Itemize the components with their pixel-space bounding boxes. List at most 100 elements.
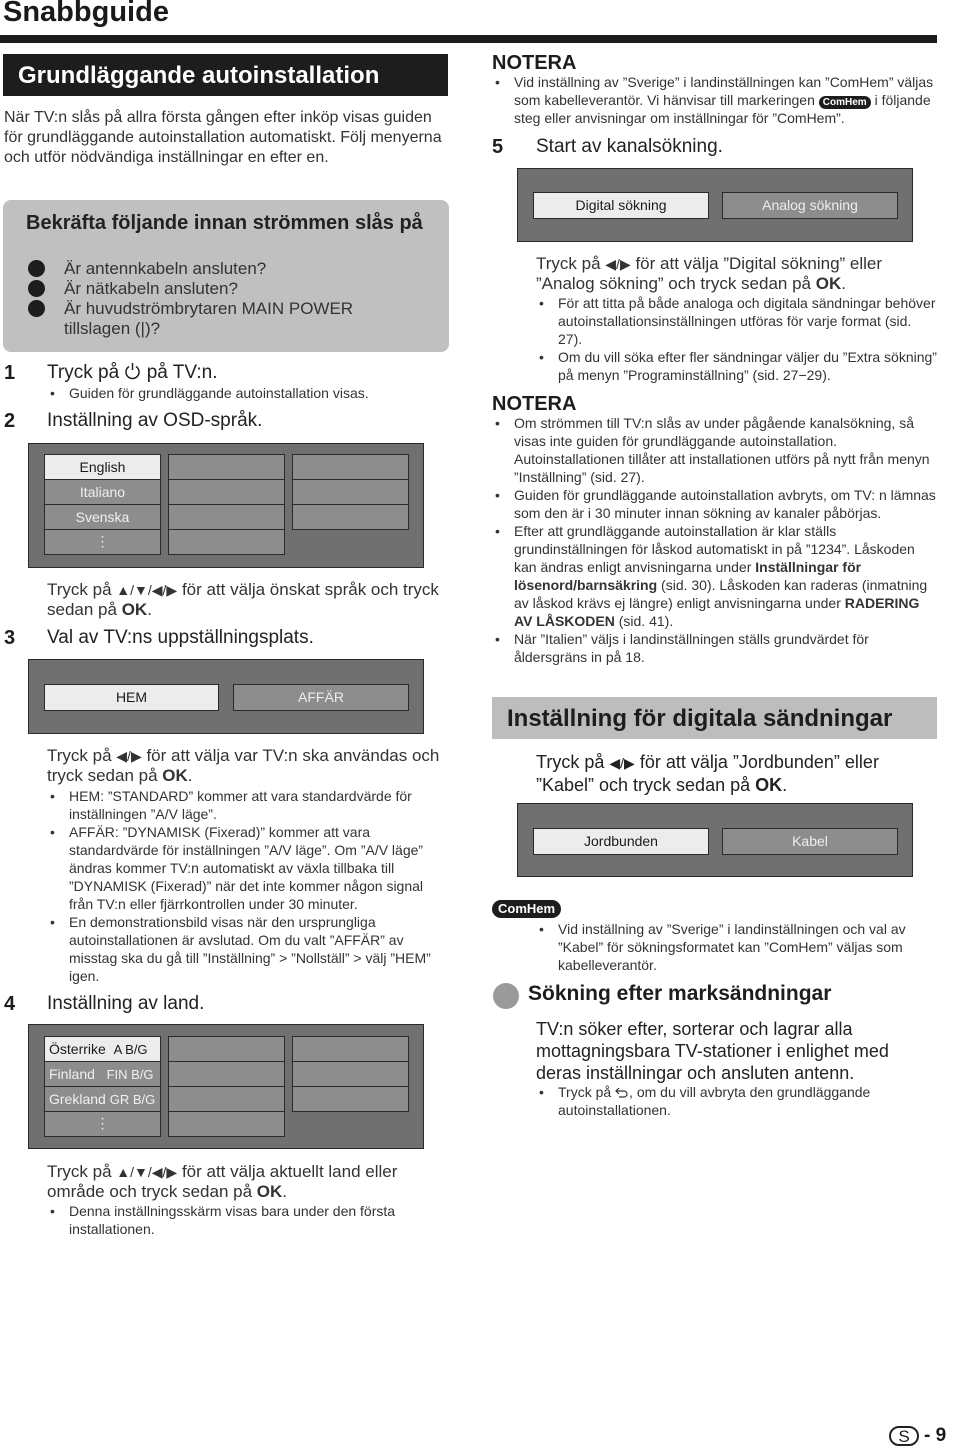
search-type-panel: Digital sökning Analog sökning bbox=[517, 168, 913, 242]
checklist-item: Är huvudströmbrytaren MAIN POWER tillsla… bbox=[28, 299, 404, 339]
country-empty-cell bbox=[168, 1086, 285, 1112]
step-3-instruction: Tryck på ◀/▶ för att välja var TV:n ska … bbox=[47, 746, 440, 785]
note-bullet: När ”Italien” väljs i landinställningen … bbox=[493, 630, 938, 666]
step-5-instruction: Tryck på ◀/▶ för att välja ”Digital sökn… bbox=[536, 254, 883, 293]
step-4-number: 4 bbox=[4, 993, 16, 1015]
section-circle-icon bbox=[493, 983, 519, 1009]
country-empty-cell bbox=[292, 1036, 409, 1062]
step-4-text: Inställning av land. bbox=[47, 993, 205, 1014]
terrestrial-text: TV:n söker efter, sorterar och lagrar al… bbox=[536, 1019, 889, 1083]
language-more-indicator: ⋮ bbox=[44, 529, 161, 555]
signal-option-kabel[interactable]: Kabel bbox=[722, 828, 898, 855]
step-3-number: 3 bbox=[4, 627, 16, 649]
note-2: Om strömmen till TV:n slås av under pågå… bbox=[493, 414, 938, 666]
language-empty-cell bbox=[292, 504, 409, 530]
section-letter-icon: S bbox=[889, 1426, 919, 1446]
step-5-text: Start av kanalsökning. bbox=[536, 136, 723, 157]
country-option-finland[interactable]: Finland FIN B/G bbox=[44, 1061, 161, 1087]
note-bullet: Om strömmen till TV:n slås av under pågå… bbox=[493, 414, 938, 486]
checklist-item: Är nätkabeln ansluten? bbox=[28, 279, 404, 299]
step-1: 1 bbox=[4, 362, 15, 385]
section-title-digital: Inställning för digitala sändningar bbox=[492, 697, 937, 739]
section-title-autoinstall: Grundläggande autoinstallation bbox=[3, 54, 448, 96]
note-bullet: För att titta på både analoga och digita… bbox=[537, 294, 937, 348]
page-number: - 9 bbox=[924, 1425, 947, 1446]
language-empty-cell bbox=[168, 529, 285, 555]
language-empty-cell bbox=[168, 479, 285, 505]
checklist-box: Bekräfta följande innan strömmen slås på… bbox=[3, 200, 449, 352]
note-bullet: AFFÄR: ”DYNAMISK (Fixerad)” kommer att v… bbox=[48, 823, 448, 913]
checklist: Är antennkabeln ansluten? Är nätkabeln a… bbox=[28, 259, 404, 339]
language-empty-cell bbox=[168, 504, 285, 530]
ok-key-label: OK bbox=[162, 766, 188, 785]
country-option-grekland[interactable]: Grekland GR B/G bbox=[44, 1086, 161, 1112]
bullet-dot-icon bbox=[28, 300, 45, 317]
step-4-notes: Denna inställningsskärm visas bara under… bbox=[48, 1202, 448, 1238]
step-1-notes: Guiden för grundläggande autoinstallatio… bbox=[48, 384, 448, 402]
step-3-notes: HEM: ”STANDARD” kommer att vara standard… bbox=[48, 787, 448, 985]
language-option-svenska[interactable]: Svenska bbox=[44, 504, 161, 530]
arrow-keys-icon: ◀/▶ bbox=[609, 755, 635, 771]
note-bullet: Vid inställning av ”Sverige” i landinstä… bbox=[537, 920, 937, 974]
step-2-instruction: Tryck på ▲/▼/◀/▶ för att välja önskat sp… bbox=[47, 580, 439, 619]
country-more-indicator: ⋮ bbox=[44, 1111, 161, 1137]
step-5-number: 5 bbox=[492, 136, 504, 158]
note-bullet: Tryck på , om du vill avbryta den grundl… bbox=[537, 1083, 937, 1119]
language-option-italiano[interactable]: Italiano bbox=[44, 479, 161, 505]
location-option-affar[interactable]: AFFÄR bbox=[233, 684, 409, 711]
search-option-analog[interactable]: Analog sökning bbox=[722, 192, 898, 219]
terrestrial-heading: Sökning efter marksändningar bbox=[528, 982, 832, 1005]
step-3-text: Val av TV:ns uppställningsplats. bbox=[47, 627, 314, 648]
country-option-osterrike[interactable]: Österrike A B/G bbox=[44, 1036, 161, 1062]
comhem-notes: Vid inställning av ”Sverige” i landinstä… bbox=[537, 920, 937, 974]
step-4-instruction: Tryck på ▲/▼/◀/▶ för att välja aktuellt … bbox=[47, 1162, 398, 1201]
note-bullet: Om du vill söka efter fler sändningar vä… bbox=[537, 348, 937, 384]
location-menu-panel: HEM AFFÄR bbox=[28, 659, 424, 734]
bullet-dot-icon bbox=[28, 260, 45, 277]
search-option-digital[interactable]: Digital sökning bbox=[533, 192, 709, 219]
arrow-keys-icon: ▲/▼/◀/▶ bbox=[116, 582, 178, 598]
arrow-keys-icon: ◀/▶ bbox=[605, 256, 631, 272]
country-empty-cell bbox=[168, 1036, 285, 1062]
ok-key-label: OK bbox=[815, 274, 842, 293]
language-empty-cell bbox=[292, 454, 409, 480]
ok-key-label: OK bbox=[755, 775, 783, 795]
country-empty-cell bbox=[168, 1111, 285, 1137]
country-empty-cell bbox=[292, 1061, 409, 1087]
terrestrial-notes: Tryck på , om du vill avbryta den grundl… bbox=[537, 1083, 937, 1119]
ok-key-label: OK bbox=[121, 600, 148, 619]
country-empty-cell bbox=[168, 1061, 285, 1087]
intro-text: När TV:n slås på allra första gången eft… bbox=[4, 109, 442, 166]
ok-key-label: OK bbox=[256, 1182, 283, 1201]
note-bullet: En demonstrationsbild visas när den ursp… bbox=[48, 913, 448, 985]
note-heading: NOTERA bbox=[492, 393, 577, 415]
location-option-hem[interactable]: HEM bbox=[44, 684, 219, 711]
comhem-badge: ComHem bbox=[492, 900, 562, 918]
language-empty-cell bbox=[292, 479, 409, 505]
bullet-dot-icon bbox=[28, 280, 45, 297]
signal-option-jordbunden[interactable]: Jordbunden bbox=[533, 828, 709, 855]
page-title: Snabbguide bbox=[3, 0, 169, 28]
signal-type-panel: Jordbunden Kabel bbox=[517, 803, 913, 877]
note-heading: NOTERA bbox=[492, 52, 577, 74]
country-empty-cell bbox=[292, 1086, 409, 1112]
note-bullet: Vid inställning av ”Sverige” i landinstä… bbox=[493, 73, 938, 127]
checklist-item: Är antennkabeln ansluten? bbox=[28, 259, 404, 279]
note-bullet: Denna inställningsskärm visas bara under… bbox=[48, 1202, 448, 1238]
digital-instruction: Tryck på ◀/▶ för att välja ”Jordbunden” … bbox=[536, 752, 879, 795]
title-rule bbox=[0, 35, 937, 43]
checklist-heading: Bekräfta följande innan strömmen slås på bbox=[26, 212, 423, 234]
note-bullet: Efter att grundläggande autoinstallation… bbox=[493, 522, 938, 630]
step-2-text: Inställning av OSD-språk. bbox=[47, 410, 263, 431]
power-icon bbox=[125, 363, 141, 380]
step-5-notes: För att titta på både analoga och digita… bbox=[537, 294, 937, 384]
return-icon bbox=[615, 1087, 628, 1098]
note-1: Vid inställning av ”Sverige” i landinstä… bbox=[493, 73, 938, 127]
step-number: 1 bbox=[4, 362, 16, 384]
language-empty-cell bbox=[168, 454, 285, 480]
language-option-english[interactable]: English bbox=[44, 454, 161, 480]
language-menu-panel: English Italiano Svenska ⋮ bbox=[28, 443, 424, 568]
step-1-text: Tryck på på TV:n. bbox=[47, 362, 218, 383]
arrow-keys-icon: ◀/▶ bbox=[116, 748, 142, 764]
country-menu-panel: Österrike A B/G Finland FIN B/G Grekland… bbox=[28, 1024, 424, 1149]
